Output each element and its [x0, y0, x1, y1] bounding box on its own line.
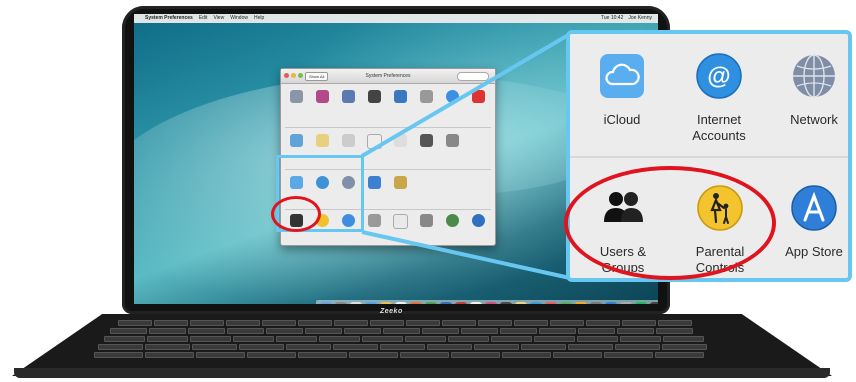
- svg-text:@: @: [707, 63, 730, 90]
- internet-accounts-label-line2: Accounts: [692, 128, 746, 143]
- app-store-label: App Store: [785, 244, 843, 259]
- callout-divider: [570, 156, 848, 158]
- internet-accounts-pref[interactable]: @ Internet Accounts: [674, 52, 764, 144]
- network-label: Network: [790, 112, 838, 127]
- icloud-label: iCloud: [603, 112, 641, 127]
- app-store-icon: [791, 185, 837, 231]
- app-store-pref[interactable]: App Store: [774, 184, 854, 260]
- users-parental-callout-highlight: [564, 166, 776, 280]
- connector-line-top: [360, 32, 572, 158]
- at-sign-icon: @: [696, 53, 742, 99]
- network-pref[interactable]: Network: [776, 52, 852, 128]
- globe-icon: [793, 54, 835, 98]
- connector-line-bottom: [361, 230, 571, 280]
- icloud-icon: [600, 54, 644, 98]
- icloud-pref[interactable]: iCloud: [590, 52, 654, 128]
- internet-accounts-label-line1: Internet: [696, 112, 742, 127]
